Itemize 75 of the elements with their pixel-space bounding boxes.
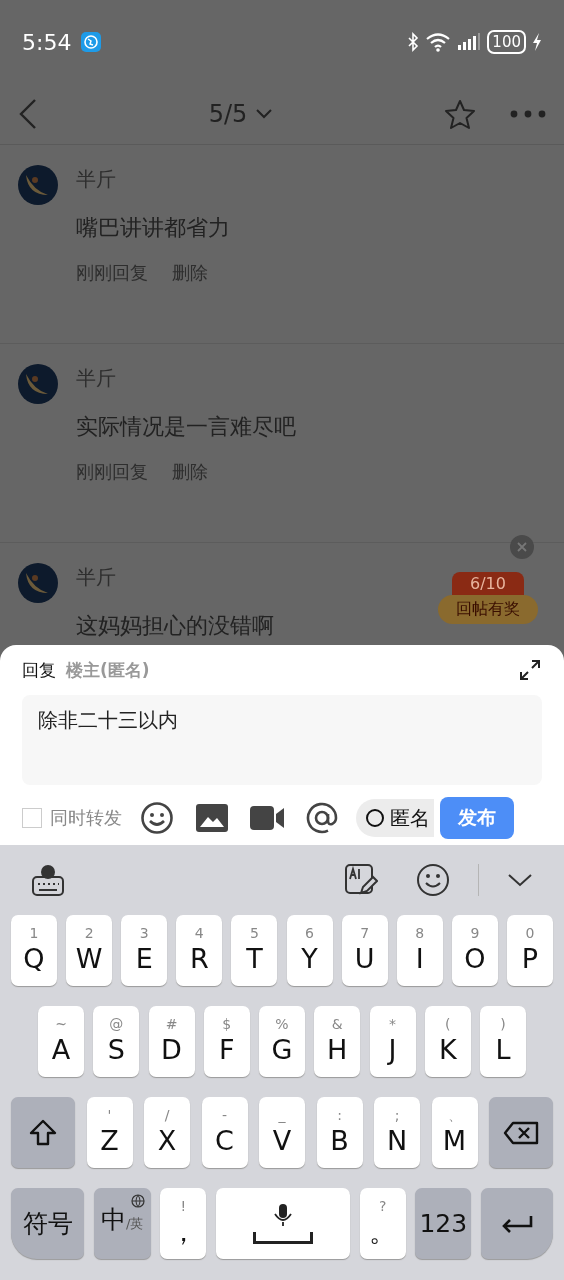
keyboard-key[interactable]: ~ A xyxy=(38,1006,84,1077)
keyboard-key[interactable]: 0 P xyxy=(507,915,553,986)
status-time: 5:54 xyxy=(22,29,72,55)
back-icon[interactable] xyxy=(18,98,38,130)
ai-pen-icon[interactable] xyxy=(344,863,378,897)
battery-indicator: 100 xyxy=(487,30,526,54)
keyboard-key[interactable] xyxy=(215,1188,350,1259)
comment-text: 实际情况是一言难尽吧 xyxy=(76,413,296,441)
reply-time: 刚刚回复 xyxy=(76,460,148,484)
keyboard-key[interactable]: _ V xyxy=(259,1097,305,1168)
reply-input[interactable]: 除非二十三以内 xyxy=(22,695,542,785)
keyboard-key[interactable]: 中/英 xyxy=(93,1188,151,1259)
keyboard-key[interactable]: $ F xyxy=(203,1006,250,1077)
keyboard-key[interactable]: 2 W xyxy=(66,915,113,986)
microphone-icon xyxy=(273,1203,292,1226)
keyboard-key[interactable]: : B xyxy=(316,1097,363,1168)
emoji-icon[interactable] xyxy=(140,801,174,835)
expand-icon[interactable] xyxy=(518,658,542,682)
comment-text: 嘴巴讲讲都省力 xyxy=(76,214,230,242)
keyboard-key[interactable]: 9 O xyxy=(451,915,498,986)
keyboard-key[interactable]: * J xyxy=(369,1006,416,1077)
keyboard-key[interactable]: & H xyxy=(314,1006,361,1077)
keyboard-key[interactable]: 4 R xyxy=(176,915,223,986)
keyboard-key[interactable]: 6 Y xyxy=(286,915,333,986)
mention-icon[interactable] xyxy=(306,802,338,834)
keyboard-globe-icon[interactable] xyxy=(31,863,65,897)
keyboard-key[interactable]: % G xyxy=(259,1006,305,1077)
enter-icon xyxy=(500,1214,533,1233)
charging-icon xyxy=(532,32,542,52)
forward-label[interactable]: 同时转发 xyxy=(50,806,122,830)
forward-checkbox[interactable] xyxy=(22,808,42,828)
star-icon[interactable] xyxy=(444,98,476,130)
globe-icon xyxy=(130,1194,145,1208)
keyboard-key[interactable]: 1 Q xyxy=(11,915,57,986)
keyboard-key[interactable]: ) L xyxy=(480,1006,526,1077)
backspace-icon xyxy=(503,1120,539,1145)
video-icon[interactable] xyxy=(250,806,284,830)
more-icon[interactable] xyxy=(510,110,546,118)
keyboard-key[interactable]: ; N xyxy=(374,1097,420,1168)
keyboard-key[interactable]: 5 T xyxy=(231,915,278,986)
keyboard-key[interactable] xyxy=(11,1097,75,1168)
keyboard-key[interactable]: ! ， xyxy=(160,1188,207,1259)
keyboard-key[interactable]: 123 xyxy=(415,1188,472,1259)
keyboard-key[interactable]: 8 I xyxy=(396,915,443,986)
bluetooth-icon xyxy=(407,32,420,52)
reply-target: 楼主(匿名) xyxy=(66,658,150,682)
keyboard-key[interactable]: ' Z xyxy=(86,1097,133,1168)
emoji-icon[interactable] xyxy=(416,863,450,897)
keyboard-key[interactable]: 7 U xyxy=(341,915,388,986)
keyboard-key[interactable]: ? 。 xyxy=(359,1188,406,1259)
shift-icon xyxy=(28,1117,58,1148)
keyboard-key[interactable]: - C xyxy=(201,1097,248,1168)
anonymous-toggle[interactable]: 匿名 xyxy=(356,799,434,837)
chevron-down-icon[interactable] xyxy=(255,108,274,120)
keyboard-key[interactable]: # D xyxy=(148,1006,195,1077)
keyboard-key[interactable] xyxy=(489,1097,553,1168)
keyboard-key[interactable]: 符号 xyxy=(11,1188,84,1259)
reward-counter[interactable]: 6/10 xyxy=(452,572,524,595)
reply-time: 刚刚回复 xyxy=(76,261,148,285)
avatar[interactable] xyxy=(18,165,58,205)
keyboard-key[interactable] xyxy=(480,1188,553,1259)
keyboard-key[interactable]: 、 M xyxy=(431,1097,478,1168)
image-icon[interactable] xyxy=(196,804,228,832)
keyboard-key[interactable]: @ S xyxy=(93,1006,140,1077)
collapse-keyboard-icon[interactable] xyxy=(507,873,533,887)
comment-text: 这妈妈担心的没错啊 xyxy=(76,612,274,640)
keyboard-key[interactable]: / X xyxy=(144,1097,190,1168)
avatar[interactable] xyxy=(18,563,58,603)
reply-label: 回复 xyxy=(22,658,56,682)
space-bar-icon xyxy=(252,1231,313,1244)
avatar[interactable] xyxy=(18,364,58,404)
keyboard-key[interactable]: ( K xyxy=(424,1006,471,1077)
keyboard-key[interactable]: 3 E xyxy=(121,915,168,986)
signal-icon xyxy=(457,33,482,51)
wifi-icon xyxy=(425,32,452,52)
